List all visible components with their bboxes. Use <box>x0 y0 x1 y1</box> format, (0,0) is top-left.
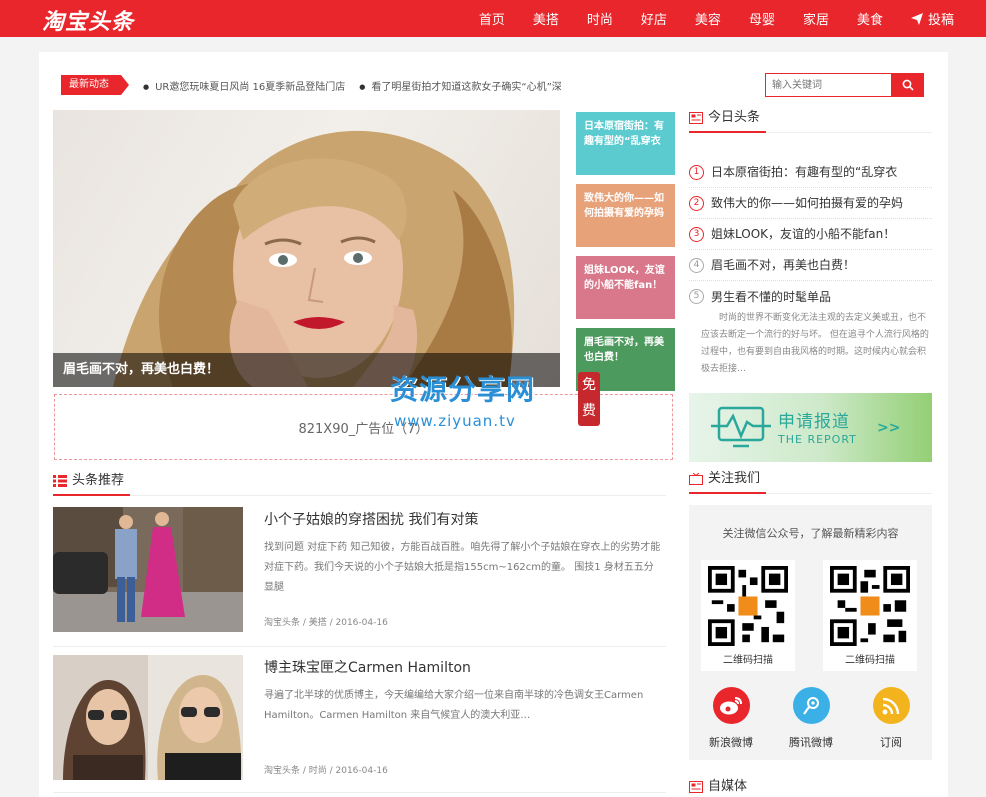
article-meta: 淘宝头条 / 时尚 / 2016-04-16 <box>264 766 388 776</box>
social-label: 新浪微博 <box>709 736 753 749</box>
ticker-item[interactable]: 看了明星街拍才知道这款女子确实“心机”深 <box>359 78 561 93</box>
headline-text: 眉毛画不对，再美也白费！ <box>711 258 856 272</box>
headline-item[interactable]: 5 男生看不懂的时髦单品 <box>689 281 932 312</box>
rss-icon <box>872 687 910 724</box>
article-thumbnail[interactable] <box>53 655 243 780</box>
media-section-header: 自媒体 <box>689 776 932 797</box>
recommend-section-header: 头条推荐 <box>53 470 666 496</box>
search-button[interactable] <box>891 73 924 97</box>
nav-item-contribute[interactable]: 投稿 <box>910 9 954 28</box>
ticker-badge: 最新动态 <box>61 75 129 95</box>
social-label: 订阅 <box>880 736 902 749</box>
section-title: 关注我们 <box>689 468 767 494</box>
search-box <box>765 73 924 97</box>
headline-item[interactable]: 2 致伟大的你——如何拍摄有爱的孕妈 <box>689 188 932 219</box>
report-title: 申请报道 <box>778 412 850 432</box>
headline-text: 日本原宿街拍：有趣有型的“乱穿衣 <box>711 165 898 179</box>
follow-description: 关注微信公众号，了解最新精彩内容 <box>722 527 899 540</box>
hero-tile[interactable]: 致伟大的你——如何拍摄有爱的孕妈 <box>576 184 675 247</box>
social-tencent-weibo[interactable]: 腾讯微博 <box>781 687 841 750</box>
main-nav: 首页 美搭 时尚 好店 美容 母婴 家居 美食 投稿 <box>451 0 954 37</box>
nav-item-shops[interactable]: 好店 <box>641 9 667 28</box>
main-container: 最新动态 UR邀您玩味夏日风尚 16夏季新品登陆门店 看了明星街拍才知道这款女子… <box>39 52 948 797</box>
qr-label: 二维码扫描 <box>845 655 895 666</box>
headline-text: 致伟大的你——如何拍摄有爱的孕妈 <box>711 196 904 210</box>
qr-card[interactable]: 二维码扫描 <box>823 560 917 671</box>
article-excerpt: 寻遍了北半球的优质博主，今天编编给大家介绍一位来自南半球的冷色调女王Carmen… <box>264 690 644 721</box>
rank-badge: 2 <box>689 195 704 211</box>
ad-banner[interactable]: 821X90_广告位（7） <box>54 394 673 460</box>
headline-item[interactable]: 4 眉毛画不对，再美也白费！ <box>689 250 932 281</box>
report-subtitle: THE REPORT <box>778 433 857 446</box>
report-banner[interactable]: 申请报道 THE REPORT >> <box>689 393 932 462</box>
headline-text: 姐妹LOOK，友谊的小船不能fan！ <box>711 227 896 241</box>
qr-card[interactable]: 二维码扫描 <box>701 560 795 671</box>
hero-slider[interactable]: 眉毛画不对，再美也白费！ <box>53 110 560 387</box>
article-title[interactable]: 小个子姑娘的穿搭困扰 我们有对策 <box>264 509 478 529</box>
social-rss[interactable]: 订阅 <box>861 687 921 750</box>
paper-plane-icon <box>910 12 923 25</box>
ticker-item[interactable]: UR邀您玩味夏日风尚 16夏季新品登陆门店 <box>143 78 345 93</box>
article-excerpt: 找到问题 对症下药 知己知彼，方能百战百胜。咱先得了解小个子姑娘在穿衣上的劣势才… <box>264 542 661 593</box>
report-arrow: >> <box>877 420 901 436</box>
follow-us-panel: 关注微信公众号，了解最新精彩内容 二维码扫描 二维码扫描 新浪微博 腾讯微博 订… <box>689 505 932 760</box>
nav-item-food[interactable]: 美食 <box>857 9 883 28</box>
hero-tile[interactable]: 姐妹LOOK，友谊的小船不能fan！ <box>576 256 675 319</box>
hero-caption[interactable]: 眉毛画不对，再美也白费！ <box>53 353 560 387</box>
rank-badge: 1 <box>689 164 704 180</box>
contribute-label: 投稿 <box>927 13 954 28</box>
street-style-photo <box>53 507 243 632</box>
social-label: 腾讯微博 <box>789 736 833 749</box>
nav-item-home-living[interactable]: 家居 <box>803 9 829 28</box>
search-input[interactable] <box>765 73 891 97</box>
tencent-weibo-icon <box>792 687 830 724</box>
section-title: 今日头条 <box>689 107 767 133</box>
hero-tile[interactable]: 眉毛画不对，再美也白费！ <box>576 328 675 391</box>
social-weibo[interactable]: 新浪微博 <box>701 687 761 750</box>
qr-label: 二维码扫描 <box>723 655 773 666</box>
site-logo[interactable]: 淘宝头条 <box>42 4 134 36</box>
hero-thumbnails: 日本原宿街拍：有趣有型的“乱穿衣 致伟大的你——如何拍摄有爱的孕妈 姐妹LOOK… <box>576 112 675 400</box>
rank-badge: 4 <box>689 257 704 273</box>
today-section-header: 今日头条 <box>689 107 932 133</box>
article-card: 小个子姑娘的穿搭困扰 我们有对策 找到问题 对症下药 知己知彼，方能百战百胜。咱… <box>53 507 666 637</box>
news-ticker: 最新动态 UR邀您玩味夏日风尚 16夏季新品登陆门店 看了明星街拍才知道这款女子… <box>61 74 576 96</box>
article-title[interactable]: 博主珠宝匣之Carmen Hamilton <box>264 657 471 677</box>
heartbeat-monitor-icon <box>711 406 771 448</box>
qr-code-icon <box>708 566 788 646</box>
section-title: 头条推荐 <box>53 470 131 496</box>
qr-code-icon <box>830 566 910 646</box>
nav-item-home[interactable]: 首页 <box>479 9 505 28</box>
headline-text: 男生看不懂的时髦单品 <box>711 289 832 304</box>
follow-section-header: 关注我们 <box>689 468 932 494</box>
top-navigation-bar: 淘宝头条 首页 美搭 时尚 好店 美容 母婴 家居 美食 投稿 <box>0 0 986 37</box>
search-icon <box>902 79 914 91</box>
hero-image <box>113 130 515 387</box>
article-card: 博主珠宝匣之Carmen Hamilton 寻遍了北半球的优质博主，今天编编给大… <box>53 655 666 785</box>
rank-badge: 3 <box>689 226 704 242</box>
headline-item[interactable]: 1 日本原宿街拍：有趣有型的“乱穿衣 <box>689 157 932 188</box>
section-title: 自媒体 <box>708 779 748 794</box>
nav-item-baby[interactable]: 母婴 <box>749 9 775 28</box>
today-headlines-list: 1 日本原宿街拍：有趣有型的“乱穿衣 2 致伟大的你——如何拍摄有爱的孕妈 3 姐妹L… <box>689 157 932 312</box>
nav-item-beauty[interactable]: 美容 <box>695 9 721 28</box>
divider <box>53 792 666 793</box>
divider <box>53 646 666 647</box>
article-thumbnail[interactable] <box>53 507 243 632</box>
weibo-icon <box>712 687 750 724</box>
article-meta: 淘宝头条 / 美搭 / 2016-04-16 <box>264 618 388 628</box>
nav-item-style[interactable]: 美搭 <box>533 9 559 28</box>
headline-item[interactable]: 3 姐妹LOOK，友谊的小船不能fan！ <box>689 219 932 250</box>
blogger-photo <box>53 655 243 780</box>
hero-tile[interactable]: 日本原宿街拍：有趣有型的“乱穿衣 <box>576 112 675 175</box>
headline-intro: 时尚的世界不断变化无法主观的去定义美或丑，也不应该去断定一个流行的好与坏。 但在… <box>701 313 929 374</box>
rank-badge: 5 <box>689 289 704 304</box>
nav-item-fashion[interactable]: 时尚 <box>587 9 613 28</box>
